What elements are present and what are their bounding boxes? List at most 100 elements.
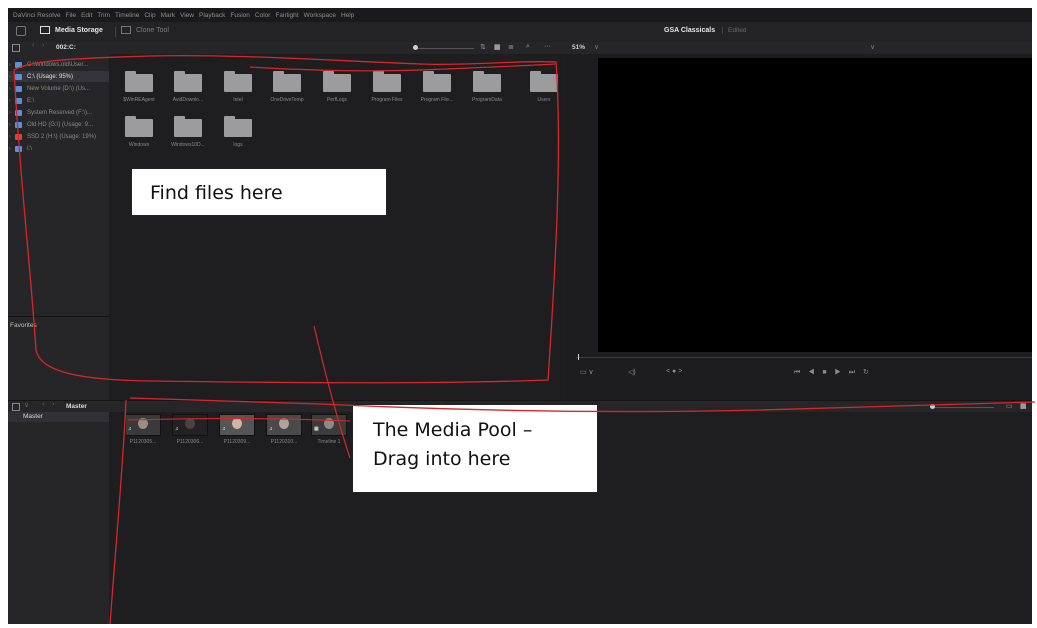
bin-item-master[interactable]: Master [8, 412, 109, 422]
hard-drive-icon [15, 145, 22, 152]
folder-label: Intel [233, 97, 243, 103]
menu-file[interactable]: File [66, 12, 76, 19]
folder-label: PerfLogs [326, 97, 347, 103]
bin-list-toggle-icon[interactable] [12, 403, 20, 411]
drive-label: System Reserved (F:\)... [27, 109, 93, 116]
clip-item[interactable]: ♫ P1120305... [123, 414, 163, 445]
panel-toggle-icon[interactable] [16, 26, 26, 36]
drive-item[interactable]: › G:\Windows.old\User... [8, 59, 109, 70]
folder-item[interactable]: OneDriveTemp [265, 71, 309, 103]
viewer-mode-icon[interactable]: ▭ ∨ [580, 368, 594, 376]
folder-icon [323, 71, 351, 92]
drive-item[interactable]: › E:\ [8, 95, 109, 106]
clip-item[interactable]: ♫ P1120309... [217, 414, 257, 445]
zoom-dropdown-icon[interactable]: ∨ [594, 43, 599, 51]
viewer-panel: ▭ ∨ ◁) < ● > ⏮ ◀ ■ ▶ ⏭ ↻ [566, 54, 1032, 400]
forward-arrow-icon[interactable]: › [42, 42, 50, 50]
clip-item[interactable]: ♫ P1120306... [170, 414, 210, 445]
bin-list: Master [8, 412, 110, 624]
performer-thumbnail-image [138, 418, 148, 429]
menu-view[interactable]: View [180, 12, 194, 19]
viewer-zoom-level[interactable]: 51% [572, 44, 585, 51]
grid-view-icon[interactable]: ▦ [494, 43, 501, 51]
clip-item[interactable]: ♫ P1120310... [264, 414, 304, 445]
folder-item[interactable]: $WinREAgent [117, 71, 161, 103]
folder-item[interactable]: Users [522, 71, 566, 103]
folder-icon [423, 71, 451, 92]
drive-item[interactable]: › Old HD (G:\) (Usage: 9... [8, 119, 109, 130]
hard-drive-icon [15, 61, 22, 68]
callout-media-pool: The Media Pool – Drag into here [352, 404, 598, 493]
forward-arrow-icon[interactable]: › [52, 401, 60, 409]
thumbnail-size-slider[interactable] [414, 48, 474, 49]
thumbnail-size-handle[interactable] [413, 45, 418, 50]
folder-icon [373, 71, 401, 92]
drive-label: SSD 2 (H:\) (Usage: 19%) [27, 133, 97, 140]
menu-timeline[interactable]: Timeline [115, 12, 139, 19]
menu-mark[interactable]: Mark [161, 12, 175, 19]
metadata-view-icon[interactable]: ▭ [1006, 402, 1013, 410]
menu-trim[interactable]: Trim [97, 12, 110, 19]
callout-find-files-text: Find files here [150, 182, 283, 204]
folder-item[interactable]: ProgramData [465, 71, 509, 103]
menu-help[interactable]: Help [341, 12, 354, 19]
drive-item[interactable]: › I:\ [8, 143, 109, 154]
more-options-icon[interactable]: ··· [544, 43, 551, 50]
pool-thumbnail-handle[interactable] [930, 404, 935, 409]
menu-color[interactable]: Color [255, 12, 271, 19]
audio-badge-icon: ♫ [222, 426, 226, 432]
current-path: 002:C: [56, 44, 76, 51]
scrubber-bar[interactable] [576, 357, 1032, 358]
bin-dropdown-icon[interactable]: ∨ [24, 401, 32, 409]
viewer-screen[interactable] [598, 58, 1032, 352]
storage-sidebar: › G:\Windows.old\User... › C:\ (Usage: 95%… [8, 54, 111, 400]
search-icon[interactable]: ⌕ [526, 43, 530, 51]
sort-icon[interactable]: ⇅ [480, 43, 486, 51]
pool-thumbnail-slider[interactable] [932, 407, 994, 408]
folder-item[interactable]: Intel [216, 71, 260, 103]
menu-clip[interactable]: Clip [144, 12, 155, 19]
clip-item[interactable]: ▦ Timeline 1 [309, 414, 349, 445]
performer-thumbnail-image [185, 418, 195, 429]
folder-item[interactable]: Windows [117, 116, 161, 148]
menu-fusion[interactable]: Fusion [230, 12, 250, 19]
menu-app[interactable]: DaVinci Resolve [13, 12, 61, 19]
folder-icon [224, 71, 252, 92]
folder-item[interactable]: AvidDownlo... [166, 71, 210, 103]
list-view-icon[interactable]: ≣ [508, 43, 514, 51]
performer-thumbnail-image [232, 418, 242, 429]
folder-item[interactable]: Program File... [415, 71, 459, 103]
folder-item[interactable]: Windows10D... [166, 116, 210, 148]
menu-fairlight[interactable]: Fairlight [275, 12, 298, 19]
sidebar-toggle-icon[interactable] [12, 44, 20, 52]
drive-item-selected[interactable]: › C:\ (Usage: 95%) [8, 71, 109, 82]
folder-item[interactable]: Program Files [365, 71, 409, 103]
jog-control[interactable]: < ● > [666, 368, 682, 375]
folder-item[interactable]: logs [216, 116, 260, 148]
drive-item[interactable]: › New Volume (D:\) (Us... [8, 83, 109, 94]
back-arrow-icon[interactable]: ‹ [32, 42, 40, 50]
playhead[interactable] [578, 354, 579, 360]
viewer-dropdown-icon[interactable]: ∨ [870, 43, 875, 51]
hard-drive-icon [15, 85, 22, 92]
favorites-label: Favorites [8, 316, 111, 329]
menu-playback[interactable]: Playback [199, 12, 225, 19]
clone-tool-label: Clone Tool [136, 26, 169, 34]
davinci-resolve-window: DaVinci Resolve File Edit Trim Timeline … [8, 8, 1032, 624]
menu-edit[interactable]: Edit [81, 12, 92, 19]
drive-item[interactable]: › SSD 2 (H:\) (Usage: 19%) [8, 131, 109, 142]
folder-icon [224, 116, 252, 137]
clone-tool-button[interactable]: Clone Tool [121, 26, 169, 34]
drive-item[interactable]: › System Reserved (F:\)... [8, 107, 109, 118]
media-storage-button[interactable]: Media Storage [40, 26, 103, 34]
folder-item[interactable]: PerfLogs [315, 71, 359, 103]
menu-workspace[interactable]: Workspace [304, 12, 336, 19]
project-title: GSA Classicals [664, 27, 716, 34]
folder-label: Program File... [420, 97, 454, 103]
audio-icon[interactable]: ◁) [628, 368, 636, 376]
performer-thumbnail-image [324, 418, 334, 429]
back-arrow-icon[interactable]: ‹ [42, 401, 50, 409]
drive-label: E:\ [27, 97, 35, 104]
transport-controls[interactable]: ⏮ ◀ ■ ▶ ⏭ ↻ [794, 368, 872, 377]
pool-grid-view-icon[interactable]: ▦ [1020, 402, 1027, 410]
